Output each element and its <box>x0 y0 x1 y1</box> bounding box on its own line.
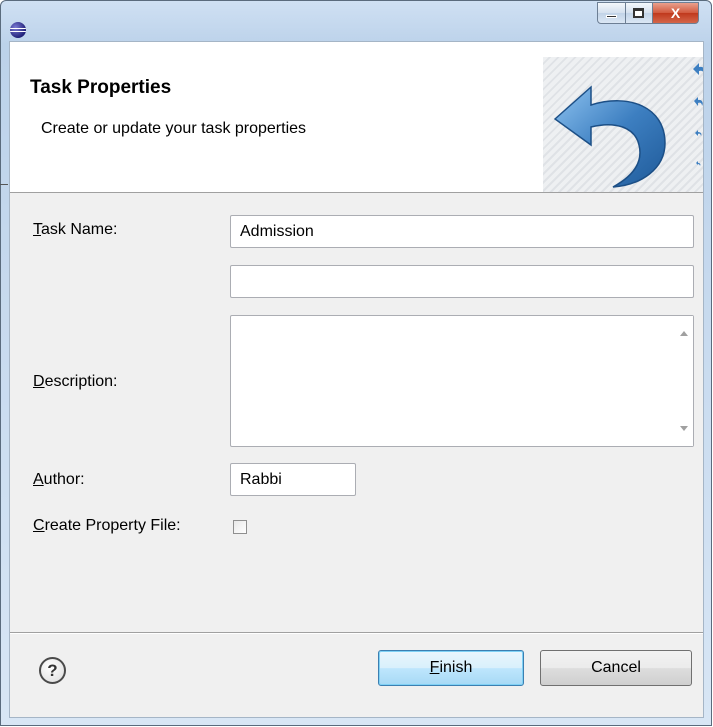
window-controls: X <box>597 2 699 24</box>
description-scrollbar[interactable] <box>676 316 693 446</box>
maximize-button[interactable] <box>626 2 653 24</box>
maximize-icon <box>633 8 644 18</box>
author-mnemonic: A <box>33 471 44 488</box>
create-property-file-label: Create Property File: <box>33 517 181 535</box>
task-name-value: Admission <box>240 222 314 240</box>
finish-label: inish <box>439 659 473 676</box>
description-mnemonic: D <box>33 373 45 390</box>
description-textarea[interactable] <box>230 315 694 447</box>
page-title: Task Properties <box>30 77 172 98</box>
author-input[interactable]: Rabbi <box>230 463 356 496</box>
scroll-up-icon[interactable] <box>680 331 688 336</box>
undo-arrow-icon <box>543 57 703 192</box>
minimize-icon <box>606 15 617 18</box>
help-button[interactable]: ? <box>39 657 66 684</box>
wizard-banner: Task Properties Create or update your ta… <box>10 42 703 193</box>
cancel-label: Cancel <box>591 659 641 676</box>
create-property-file-checkbox[interactable] <box>233 520 247 534</box>
background-edge-mark <box>0 184 8 185</box>
description-label-text: escription: <box>44 373 118 390</box>
help-icon: ? <box>47 660 58 680</box>
author-label: Author: <box>33 471 85 489</box>
footer-divider <box>10 632 703 634</box>
create-property-file-label-text: reate Property File: <box>44 517 181 534</box>
create-property-file-mnemonic: C <box>33 517 45 534</box>
page-description: Create or update your task properties <box>41 120 307 137</box>
task-name-input[interactable]: Admission <box>230 215 694 248</box>
author-value: Rabbi <box>240 470 282 488</box>
minimize-button[interactable] <box>597 2 626 24</box>
task-name-mnemonic: T <box>33 221 41 238</box>
scroll-down-icon[interactable] <box>680 426 688 431</box>
eclipse-icon <box>10 22 26 38</box>
finish-button[interactable]: Finish <box>378 650 524 686</box>
close-icon: X <box>670 5 681 21</box>
secondary-text-input[interactable] <box>230 265 694 298</box>
dialog-window: X Task Properties Create or update your … <box>0 0 712 726</box>
cancel-button[interactable]: Cancel <box>540 650 692 686</box>
description-label: Description: <box>33 373 117 391</box>
author-label-text: uthor: <box>43 471 85 488</box>
task-name-label: Task Name: <box>33 221 117 239</box>
finish-mnemonic: F <box>429 659 440 676</box>
dialog-client-area: Task Properties Create or update your ta… <box>9 41 704 718</box>
title-bar[interactable]: X <box>1 1 711 41</box>
task-name-label-text: ask Name: <box>41 221 118 238</box>
close-button[interactable]: X <box>653 2 699 24</box>
